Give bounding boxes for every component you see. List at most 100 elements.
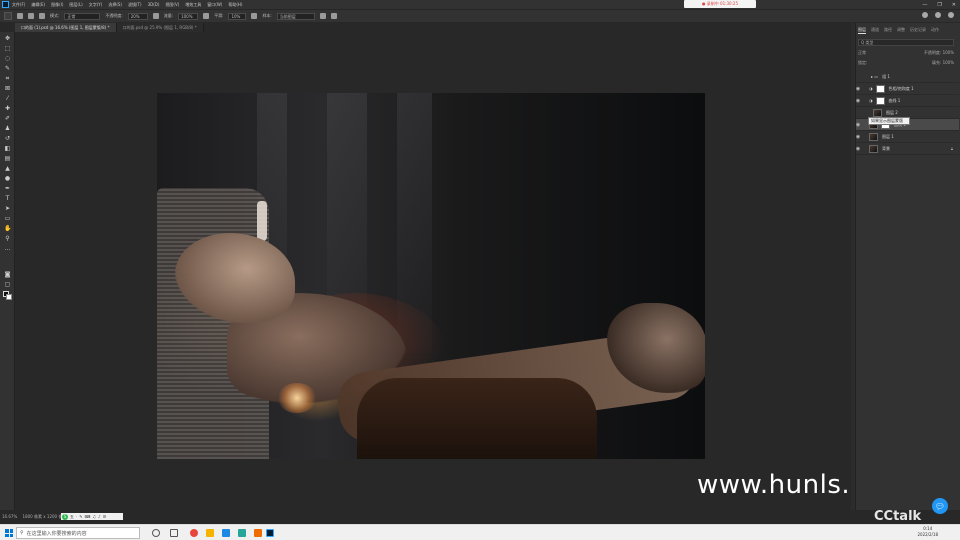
tool-preset-button[interactable] [4,12,12,20]
menu-file[interactable]: 文件(F) [12,2,25,8]
menu-select[interactable]: 选择(S) [108,2,122,8]
app-icon[interactable] [254,529,262,537]
ime-skin-icon[interactable]: ♪ [98,514,101,519]
blur-tool-icon[interactable]: ▲ [4,166,11,172]
eyedropper-tool-icon[interactable]: ⁄ [4,96,11,102]
menu-image[interactable]: 图像(I) [51,2,63,8]
canvas-area[interactable] [15,32,851,510]
cctalk-chat-icon[interactable]: 💬︎ [932,498,948,514]
taskbar-search-box[interactable]: ⚲ 在这里输入你要搜索的内容 [16,527,140,539]
tab-paths[interactable]: 路径 [884,27,892,34]
aligned-checkbox-icon[interactable] [251,13,258,19]
maximize-icon[interactable]: ❐ [937,2,941,8]
ime-menu-icon[interactable]: ☰ [103,514,107,519]
eraser-tool-icon[interactable]: ◧ [4,146,11,152]
menu-3d[interactable]: 3D(D) [148,2,160,7]
pen-tool-icon[interactable]: ✒ [4,186,11,192]
layer-row-group-1[interactable]: ▸ ▭ 组 1 [855,71,959,83]
tab-adjustments[interactable]: 调整 [897,27,905,34]
smoothing-field[interactable]: 10% [228,12,247,20]
layer-filter-select[interactable]: Q 类型 [858,39,954,46]
hand-tool-icon[interactable]: ✋ [4,226,11,232]
layer-fill-field[interactable]: 100% [943,60,954,65]
ime-voice-icon[interactable]: ♫ [92,514,96,519]
tab-history[interactable]: 历史记录 [910,27,926,34]
photoshop-logo-icon[interactable] [2,1,9,8]
task-view-icon[interactable] [170,529,178,537]
background-color-swatch[interactable] [6,294,12,300]
ime-mode-icon[interactable]: 五 [70,514,74,520]
close-icon[interactable]: ✕ [952,2,956,8]
layer-mask-thumbnail[interactable] [875,84,885,93]
frame-tool-icon[interactable]: ⊠ [4,86,11,92]
windows-start-icon[interactable] [5,529,13,537]
shape-tool-icon[interactable]: ▭ [4,216,11,222]
clone-source-icon[interactable] [39,13,45,19]
path-select-tool-icon[interactable]: ➤ [4,206,11,212]
brush-preset-icon[interactable] [17,13,23,19]
pressure-opacity-icon[interactable] [152,13,159,19]
gradient-tool-icon[interactable]: ▤ [4,156,11,162]
workspace-icon[interactable] [935,12,941,18]
search-icon[interactable] [922,12,928,18]
tab-actions[interactable]: 动作 [931,27,939,34]
ime-keyboard-icon[interactable]: ⌨ [85,514,91,519]
menu-filter[interactable]: 滤镜(T) [128,2,142,8]
menu-plugins[interactable]: 增效工具 [185,2,201,8]
marquee-tool-icon[interactable]: ⬚ [4,46,11,52]
sogou-ime-icon[interactable]: S [62,513,68,520]
layer-thumbnail[interactable] [873,108,882,117]
dodge-tool-icon[interactable]: ● [4,176,11,182]
opacity-field[interactable]: 20% [127,12,148,20]
crop-tool-icon[interactable]: ⌗ [4,76,11,82]
app-icon[interactable] [222,529,230,537]
layer-row-layer-1[interactable]: ◉ 图层 1 [855,131,959,143]
recording-badge[interactable]: ● 录制中 01:30:25 [684,0,756,8]
quick-mask-icon[interactable]: ◙ [4,272,11,278]
tab-channels[interactable]: 通道 [871,27,879,34]
document-canvas-photo[interactable] [157,93,705,459]
cortana-icon[interactable] [152,529,160,537]
mode-select[interactable]: 正常 [64,12,101,20]
tab-document-1[interactable]: 口的面 (1).psd @ 16.6% (图层 1, 图层蒙版/8) * [15,23,117,32]
menu-view[interactable]: 视图(V) [165,2,179,8]
pressure-size-icon[interactable] [330,13,337,19]
brush-settings-icon[interactable] [28,13,34,19]
menu-type[interactable]: 文字(Y) [89,2,103,8]
layer-opacity-field[interactable]: 100% [943,50,954,55]
ime-punct-icon[interactable]: · [76,514,77,519]
layer-thumbnail[interactable] [869,132,878,141]
quick-select-tool-icon[interactable]: ✎ [4,66,11,72]
clone-stamp-tool-icon[interactable]: ♟ [4,126,11,132]
type-tool-icon[interactable]: T [4,196,11,202]
layer-mask-thumbnail[interactable] [875,96,885,105]
tab-document-2[interactable]: 口的面.psd @ 25.9% (图层 1, RGB/8) * [116,23,204,32]
file-explorer-icon[interactable] [206,529,214,537]
airbrush-icon[interactable] [203,13,210,19]
history-brush-tool-icon[interactable]: ↺ [4,136,11,142]
lasso-tool-icon[interactable]: ◌ [4,56,11,62]
move-tool-icon[interactable]: ✥ [4,36,11,42]
menu-edit[interactable]: 编辑(E) [31,2,45,8]
tab-layers[interactable]: 图层 [858,27,866,34]
menu-layer[interactable]: 图层(L) [69,2,82,8]
more-tools-icon[interactable]: … [4,246,11,252]
menu-help[interactable]: 帮助(H) [228,2,242,8]
app-icon[interactable] [238,529,246,537]
blend-mode-select[interactable]: 正常 [858,50,866,57]
layer-row-background[interactable]: ◉ 背景 🔒︎ [855,143,959,155]
screen-mode-icon[interactable]: ▢ [4,282,11,288]
layer-row-curves-1[interactable]: ◉ ◑ 曲线 1 [855,95,959,107]
lock-icon[interactable]: 🔒︎ [951,146,953,151]
system-tray-clock[interactable]: 0:14 2022/2/18 [917,526,938,538]
menu-window[interactable]: 窗口(W) [207,2,222,8]
zoom-tool-icon[interactable]: ⚲ [4,236,11,242]
photoshop-taskbar-icon[interactable] [266,529,274,537]
ignore-adjustment-icon[interactable] [319,13,326,19]
layer-thumbnail[interactable] [869,144,878,153]
minimize-icon[interactable]: — [922,2,927,8]
chrome-icon[interactable] [190,529,198,537]
flow-field[interactable]: 100% [178,12,199,20]
sample-select[interactable]: 当前图层 [276,12,315,20]
ime-handwrite-icon[interactable]: ✎ [79,514,82,519]
